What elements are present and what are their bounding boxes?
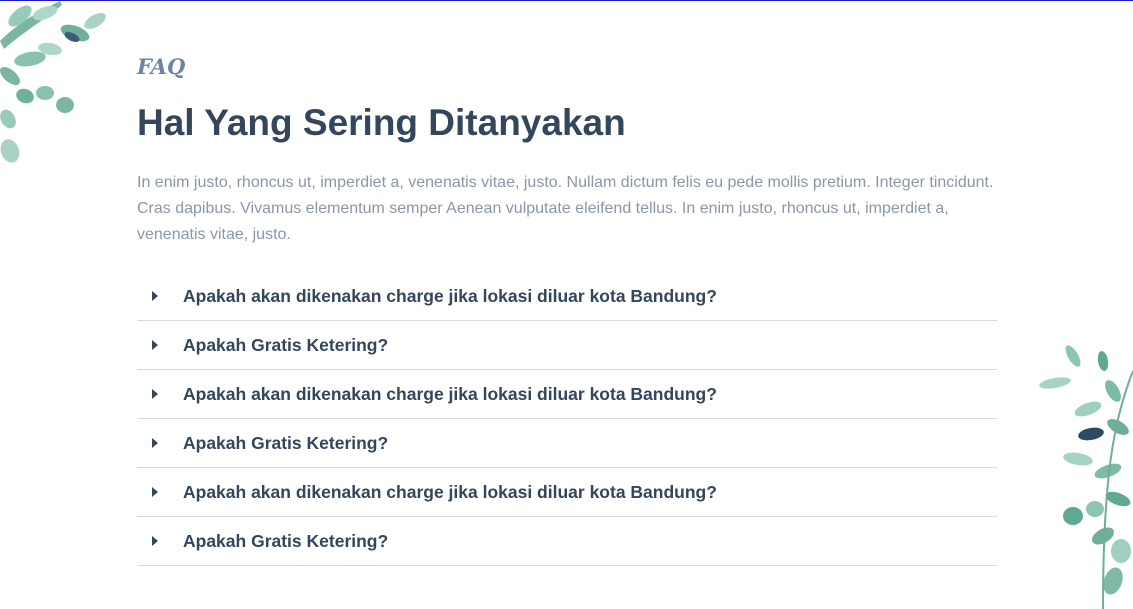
leaf-decoration-bottom-right — [1039, 345, 1133, 609]
faq-question: Apakah akan dikenakan charge jika lokasi… — [183, 285, 717, 306]
caret-right-icon — [152, 340, 158, 350]
caret-right-icon — [152, 487, 158, 497]
faq-item[interactable]: Apakah akan dikenakan charge jika lokasi… — [137, 370, 997, 419]
caret-right-icon — [152, 389, 158, 399]
faq-item[interactable]: Apakah Gratis Ketering? — [137, 517, 997, 566]
faq-question: Apakah akan dikenakan charge jika lokasi… — [183, 383, 717, 404]
faq-item[interactable]: Apakah akan dikenakan charge jika lokasi… — [137, 468, 997, 517]
caret-right-icon — [152, 291, 158, 301]
faq-question: Apakah Gratis Ketering? — [183, 334, 389, 355]
faq-accordion: Apakah akan dikenakan charge jika lokasi… — [137, 272, 997, 566]
faq-item[interactable]: Apakah Gratis Ketering? — [137, 321, 997, 370]
caret-right-icon — [152, 536, 158, 546]
caret-right-icon — [152, 438, 158, 448]
intro-paragraph: In enim justo, rhoncus ut, imperdiet a, … — [137, 174, 994, 243]
faq-section: FAQ Hal Yang Sering Ditanyakan In enim j… — [137, 53, 997, 566]
faq-item[interactable]: Apakah Gratis Ketering? — [137, 419, 997, 468]
page-title: Hal Yang Sering Ditanyakan — [137, 102, 626, 143]
faq-question: Apakah Gratis Ketering? — [183, 530, 389, 551]
faq-item[interactable]: Apakah akan dikenakan charge jika lokasi… — [137, 272, 997, 321]
leaf-decoration-top-left — [0, 1, 106, 163]
faq-question: Apakah akan dikenakan charge jika lokasi… — [183, 481, 717, 502]
faq-eyebrow: FAQ — [137, 54, 186, 79]
faq-question: Apakah Gratis Ketering? — [183, 432, 389, 453]
